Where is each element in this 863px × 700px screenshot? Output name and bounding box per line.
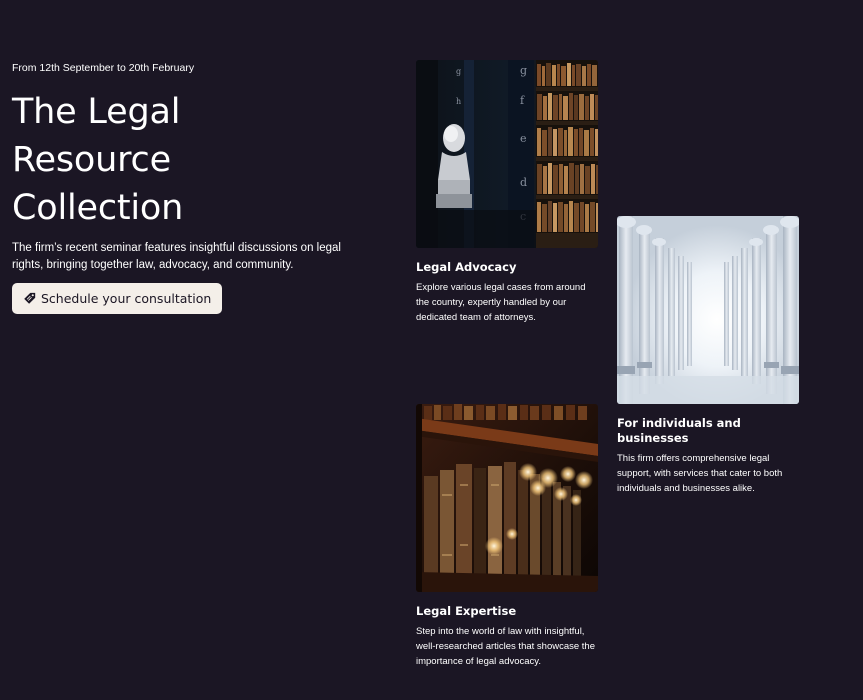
svg-text:g: g	[456, 67, 461, 76]
card-title: Legal Expertise	[416, 604, 517, 618]
schedule-consultation-label: Schedule your consultation	[41, 291, 212, 306]
card-legal-expertise[interactable]: Legal Expertise Step into the world of l…	[416, 404, 598, 669]
hero-section: From 12th September to 20th February The…	[12, 61, 342, 314]
svg-text:h: h	[456, 97, 461, 106]
tag-icon	[24, 292, 36, 304]
page: From 12th September to 20th February The…	[0, 0, 863, 700]
card-title: For individuals and businesses	[617, 416, 741, 445]
title-line-2: Resource	[12, 140, 171, 180]
card-description: Explore various legal cases from around …	[416, 282, 586, 323]
date-range: From 12th September to 20th February	[12, 62, 195, 74]
svg-text:d: d	[520, 176, 527, 189]
page-title: The Legal Resource Collection	[12, 88, 342, 232]
card-individuals-businesses[interactable]: For individuals and businesses This firm…	[617, 216, 799, 496]
svg-text:g: g	[520, 64, 527, 77]
title-line-1: The Legal	[12, 92, 181, 132]
schedule-consultation-button[interactable]: Schedule your consultation	[12, 283, 223, 314]
svg-text:e: e	[520, 132, 527, 145]
library-bust-image: g f e d c g h	[416, 60, 598, 248]
card-description: Step into the world of law with insightf…	[416, 626, 596, 667]
card-description: This firm offers comprehensive legal sup…	[617, 453, 783, 494]
intro-text: The firm’s recent seminar features insig…	[12, 242, 341, 271]
card-legal-advocacy[interactable]: g f e d c g h	[416, 60, 598, 325]
card-title: Legal Advocacy	[416, 260, 517, 274]
white-columns-image	[617, 216, 799, 404]
bookshelf-lights-image	[416, 404, 598, 592]
title-line-3: Collection	[12, 188, 184, 228]
